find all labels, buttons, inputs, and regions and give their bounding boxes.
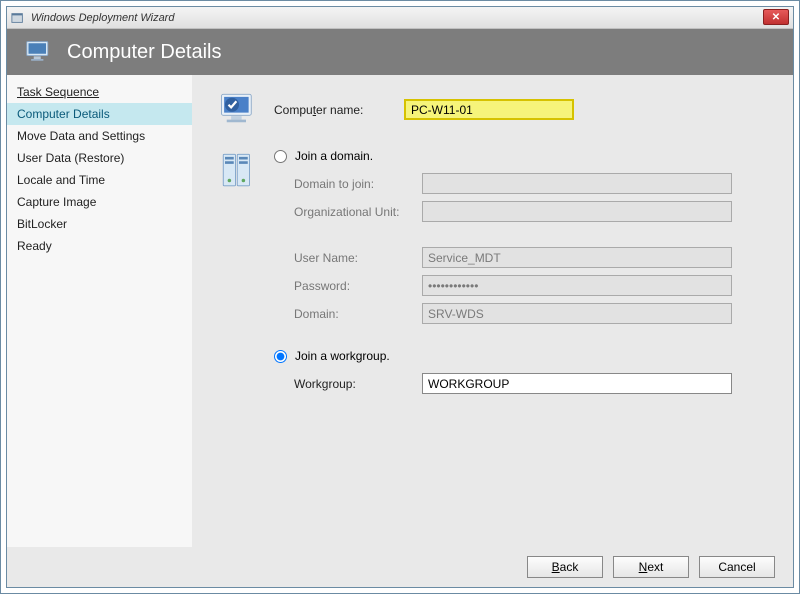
header: Computer Details <box>7 29 793 75</box>
back-button[interactable]: Back <box>527 556 603 578</box>
sidebar-item-capture-image[interactable]: Capture Image <box>7 191 192 213</box>
monitor-icon <box>25 38 53 66</box>
button-bar: Back Next Cancel <box>7 547 793 587</box>
close-button[interactable]: ✕ <box>763 9 789 25</box>
password-label: Password: <box>294 279 422 293</box>
join-workgroup-radio[interactable] <box>274 350 287 363</box>
wizard-icon <box>11 11 25 25</box>
password-input[interactable] <box>422 275 732 296</box>
window-inner: Windows Deployment Wizard ✕ Computer Det… <box>6 6 794 588</box>
page-title: Computer Details <box>67 41 222 64</box>
workgroup-input[interactable] <box>422 373 732 394</box>
sidebar-item-move-data[interactable]: Move Data and Settings <box>7 125 192 147</box>
domain-section: Join a domain. Domain to join: Organizat… <box>218 149 771 401</box>
computer-name-input[interactable] <box>404 99 574 120</box>
titlebar: Windows Deployment Wizard ✕ <box>7 7 793 29</box>
computer-name-label: Computer name: <box>274 103 404 117</box>
sidebar-item-task-sequence[interactable]: Task Sequence <box>7 81 192 103</box>
domain-input[interactable] <box>422 303 732 324</box>
sidebar: Task Sequence Computer Details Move Data… <box>7 75 192 547</box>
sidebar-item-locale-time[interactable]: Locale and Time <box>7 169 192 191</box>
sidebar-item-bitlocker[interactable]: BitLocker <box>7 213 192 235</box>
next-button[interactable]: Next <box>613 556 689 578</box>
main-panel: Computer name: <box>192 75 793 547</box>
content-area: Task Sequence Computer Details Move Data… <box>7 75 793 547</box>
window-outer: Windows Deployment Wizard ✕ Computer Det… <box>0 0 800 594</box>
computer-name-section: Computer name: <box>218 89 771 131</box>
workgroup-label: Workgroup: <box>294 377 422 391</box>
join-domain-label: Join a domain. <box>295 149 373 163</box>
domain-label: Domain: <box>294 307 422 321</box>
user-name-input[interactable] <box>422 247 732 268</box>
ou-input[interactable] <box>422 201 732 222</box>
join-workgroup-label: Join a workgroup. <box>295 349 390 363</box>
domain-to-join-label: Domain to join: <box>294 177 422 191</box>
domain-to-join-input[interactable] <box>422 173 732 194</box>
cancel-button[interactable]: Cancel <box>699 556 775 578</box>
server-icon <box>218 149 260 191</box>
computer-check-icon <box>218 89 260 131</box>
join-domain-radio[interactable] <box>274 150 287 163</box>
sidebar-item-user-data[interactable]: User Data (Restore) <box>7 147 192 169</box>
sidebar-item-ready[interactable]: Ready <box>7 235 192 257</box>
window-title: Windows Deployment Wizard <box>31 12 174 24</box>
sidebar-item-computer-details[interactable]: Computer Details <box>7 103 192 125</box>
user-name-label: User Name: <box>294 251 422 265</box>
ou-label: Organizational Unit: <box>294 205 422 219</box>
